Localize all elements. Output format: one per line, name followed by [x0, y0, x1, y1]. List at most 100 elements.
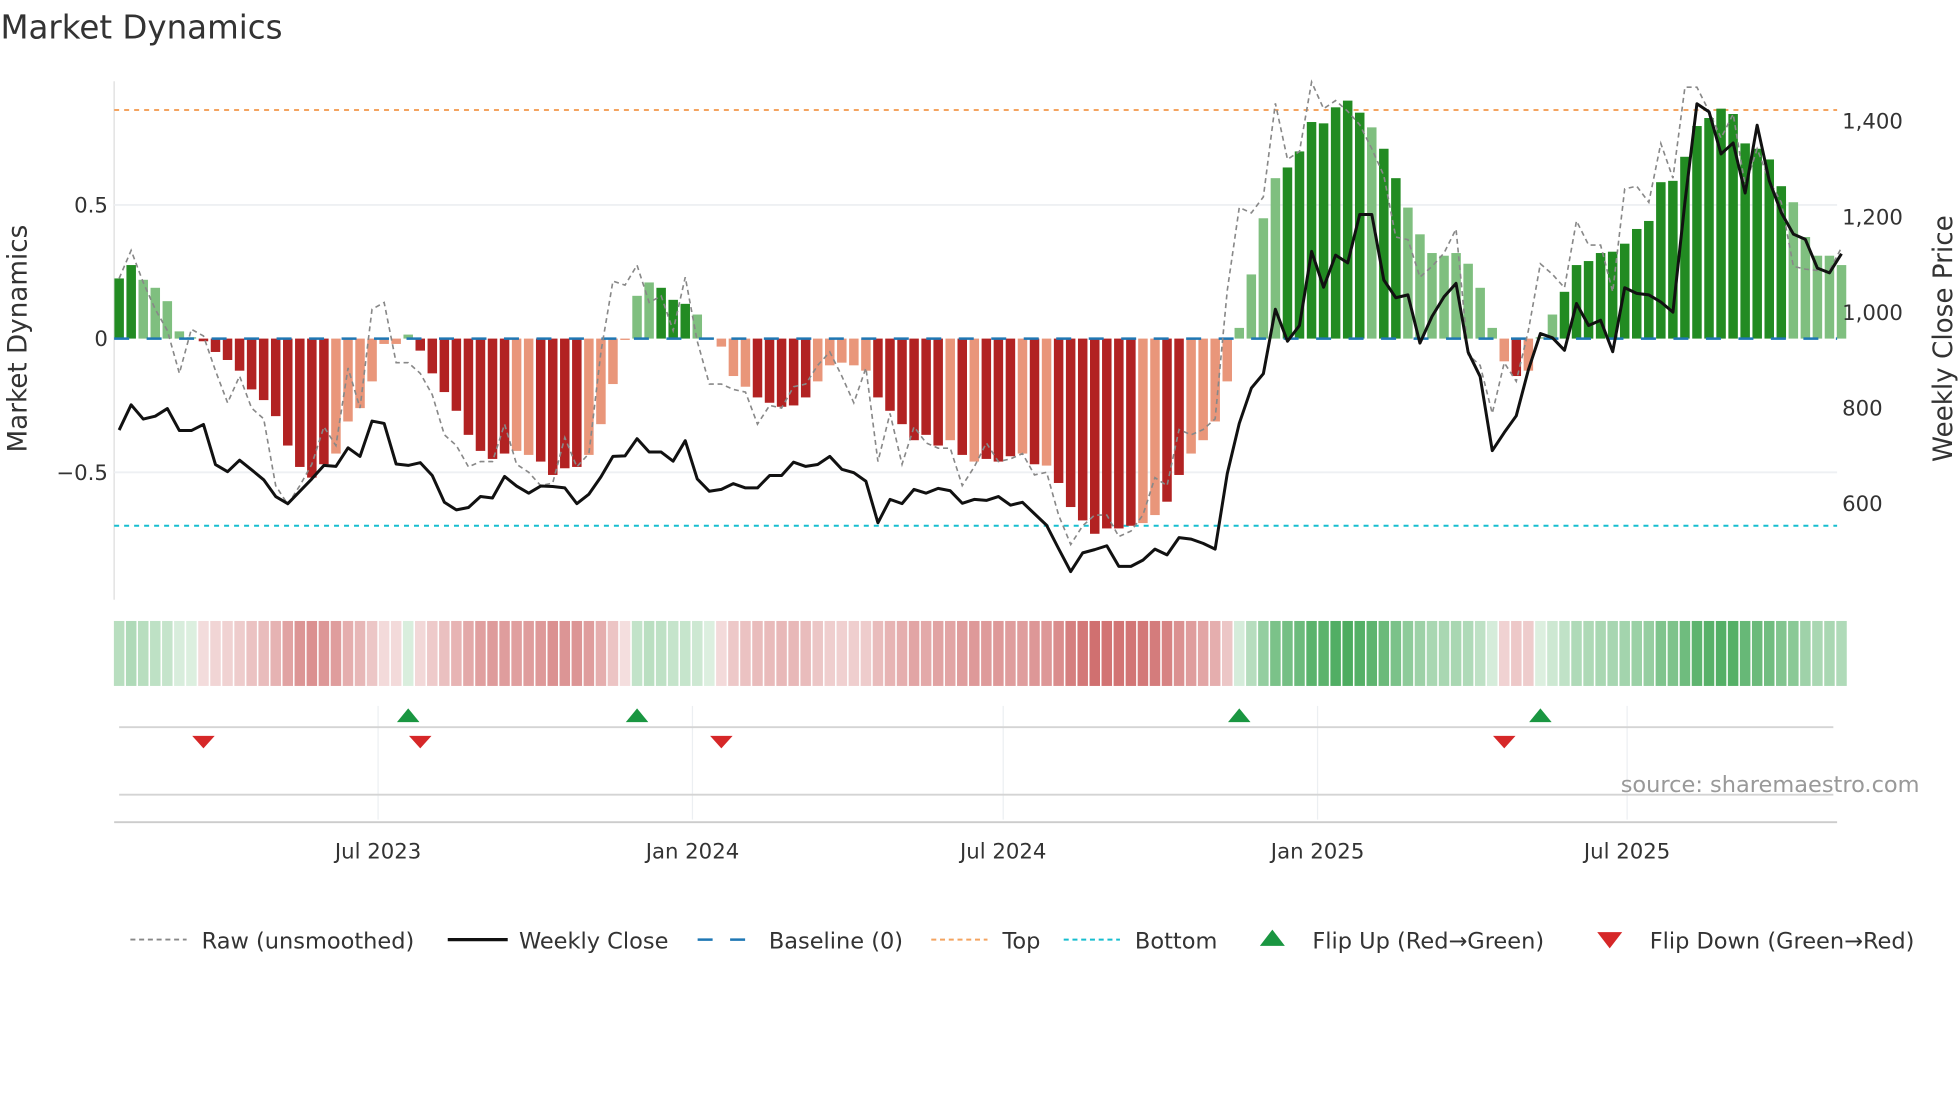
momentum-bar	[1053, 338, 1064, 483]
heatmap-cell	[944, 620, 956, 686]
heatmap-cell	[1619, 620, 1630, 686]
heatmap-cell	[499, 620, 510, 686]
heatmap-cell	[764, 620, 775, 686]
heatmap-cell	[1679, 620, 1691, 686]
heatmap-cell	[1149, 620, 1161, 686]
momentum-bar	[1788, 202, 1799, 339]
heatmap-cell	[330, 620, 342, 686]
heatmap-cell	[1029, 620, 1040, 686]
flip-up-marker	[625, 708, 649, 723]
heatmap-cell	[957, 620, 968, 686]
momentum-bar	[1114, 338, 1124, 529]
heatmap-cell	[1041, 620, 1052, 686]
right-tick-label: 800	[1842, 396, 1883, 421]
momentum-bar	[198, 338, 209, 342]
heatmap-cell	[848, 620, 860, 686]
heatmap-cell	[631, 620, 643, 686]
x-axis-ticks: Jul 2023 Jan 2024 Jul 2024 Jan 2025 Jul 2025	[333, 839, 1670, 864]
momentum-bar	[993, 338, 1004, 462]
heatmap-cell	[1607, 620, 1618, 686]
momentum-bar	[1186, 338, 1196, 454]
heatmap-cell	[1246, 620, 1257, 686]
momentum-bar	[1318, 123, 1329, 339]
heatmap-cell	[463, 620, 474, 686]
x-tick-label: Jan 2024	[644, 839, 740, 864]
heatmap-cell	[1450, 620, 1462, 686]
heatmap-cell	[1137, 620, 1149, 686]
momentum-bar	[849, 338, 859, 366]
heatmap-cell	[860, 620, 872, 686]
heatmap-cell	[1643, 620, 1655, 686]
flip-up-marker	[1228, 708, 1251, 723]
heatmap-cell	[487, 620, 498, 686]
heatmap-cell	[137, 620, 149, 686]
flip-up-marker	[1529, 708, 1552, 723]
momentum-bar	[1282, 167, 1293, 339]
heatmap-cell	[1125, 620, 1137, 686]
momentum-bar	[535, 338, 546, 462]
left-axis-title: Market Dynamics	[4, 225, 34, 453]
right-tick-label: 1,200	[1842, 205, 1903, 230]
momentum-bar	[1547, 314, 1558, 339]
heatmap-cell	[1836, 620, 1847, 686]
momentum-bar	[463, 338, 474, 435]
heatmap-cell	[932, 620, 944, 686]
heatmap-cell	[366, 620, 378, 686]
heatmap-cell	[1667, 620, 1679, 686]
heatmap-cell	[1354, 620, 1365, 686]
x-tick-label: Jan 2025	[1269, 839, 1365, 864]
heatmap-cell	[1511, 620, 1522, 686]
heatmap-cell	[667, 620, 679, 686]
momentum-bar	[1017, 338, 1028, 454]
heatmap-cell	[1523, 620, 1534, 686]
heatmap-cell	[1221, 620, 1233, 686]
momentum-bar	[1487, 327, 1497, 339]
flip-markers-panel	[114, 705, 1838, 824]
flip-down-marker	[710, 735, 733, 749]
heatmap-cell	[402, 620, 414, 686]
momentum-bar	[716, 338, 727, 347]
momentum-bar	[608, 338, 618, 385]
momentum-bar	[1752, 148, 1762, 339]
momentum-bar	[1198, 338, 1208, 441]
momentum-bar	[1090, 338, 1100, 534]
heatmap-cell	[1113, 620, 1125, 686]
momentum-bar	[620, 338, 630, 340]
chart-title: Market Dynamics	[0, 9, 282, 47]
heatmap-cell	[198, 620, 209, 686]
heatmap-cell	[378, 620, 390, 686]
momentum-bars	[114, 100, 1847, 534]
heatmap-cell	[571, 620, 583, 686]
momentum-bar	[475, 338, 486, 451]
momentum-bar	[343, 338, 353, 422]
heatmap-cell	[1017, 620, 1028, 686]
heatmap-cell	[439, 620, 450, 686]
heatmap-cell	[655, 620, 667, 686]
heatmap-cell	[1366, 620, 1378, 686]
left-tick-label: −0.5	[56, 461, 108, 486]
momentum-bar	[295, 338, 305, 467]
heatmap-cell	[1788, 620, 1799, 686]
momentum-bar	[560, 338, 570, 469]
heatmap-cell	[1751, 620, 1763, 686]
heatmap-cell	[1655, 620, 1667, 686]
momentum-bar	[1102, 338, 1112, 529]
heatmap-cell	[1739, 620, 1751, 686]
legend-label-down: Flip Down (Green→Red)	[1650, 928, 1915, 954]
heatmap-cell	[1306, 620, 1317, 686]
heatmap-cell	[174, 620, 185, 686]
momentum-bar	[680, 303, 690, 339]
momentum-bar	[1668, 180, 1678, 339]
heatmap-cell	[1824, 620, 1835, 686]
heatmap-cell	[643, 620, 655, 686]
momentum-bar	[439, 338, 450, 393]
heatmap-cell	[523, 620, 534, 686]
heatmap-cell	[258, 620, 269, 686]
momentum-bar	[1150, 338, 1160, 516]
momentum-bar	[584, 338, 594, 455]
heatmap-cell	[896, 620, 908, 686]
heatmap-cell	[981, 620, 992, 686]
momentum-bar	[572, 338, 582, 467]
heatmap-cell	[1258, 620, 1269, 686]
momentum-bar	[957, 338, 968, 455]
